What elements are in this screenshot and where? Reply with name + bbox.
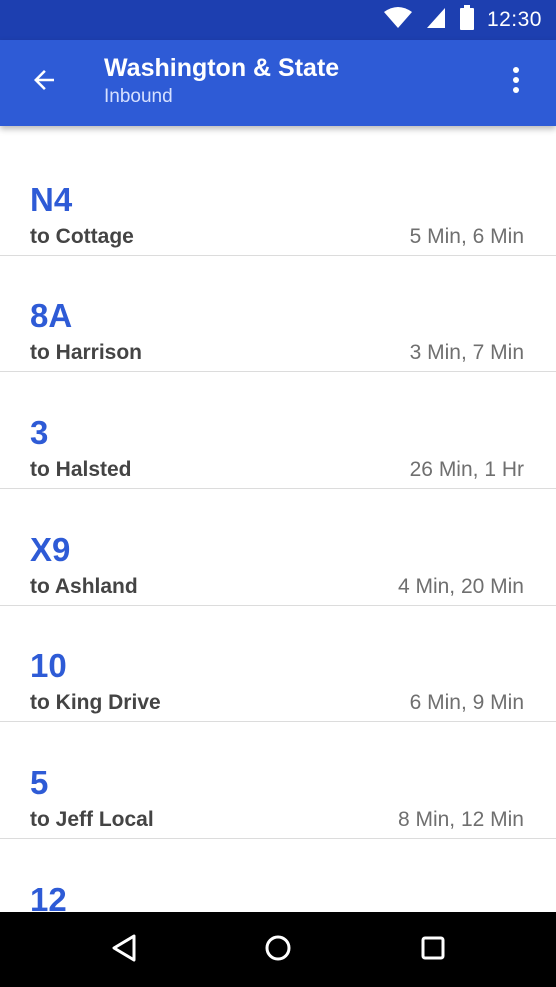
back-button[interactable] bbox=[24, 62, 64, 102]
app-bar: Washington & State Inbound bbox=[0, 40, 556, 126]
system-recents-button[interactable] bbox=[409, 926, 457, 974]
list-item[interactable]: 12 bbox=[0, 840, 556, 912]
overflow-menu-button[interactable] bbox=[496, 62, 536, 102]
back-triangle-icon bbox=[110, 933, 138, 968]
status-time: 12:30 bbox=[486, 8, 542, 31]
page-subtitle: Inbound bbox=[104, 86, 173, 107]
arrivals-list[interactable]: N4 to Cottage 5 Min, 6 Min 8A to Harriso… bbox=[0, 126, 556, 912]
system-nav-bar bbox=[0, 912, 556, 987]
system-home-button[interactable] bbox=[254, 926, 302, 974]
list-item[interactable]: 3 to Halsted 26 Min, 1 Hr bbox=[0, 373, 556, 489]
route-destination: to Cottage bbox=[30, 225, 134, 248]
home-circle-icon bbox=[263, 933, 293, 968]
arrival-times: 4 Min, 20 Min bbox=[397, 575, 524, 598]
more-vert-icon bbox=[511, 66, 521, 99]
route-number: 10 bbox=[30, 647, 67, 684]
system-back-button[interactable] bbox=[100, 926, 148, 974]
route-number: N4 bbox=[30, 181, 73, 218]
wifi-icon bbox=[383, 6, 413, 35]
status-bar: 12:30 bbox=[0, 0, 556, 40]
list-item[interactable]: 8A to Harrison 3 Min, 7 Min bbox=[0, 256, 556, 372]
arrival-times: 5 Min, 6 Min bbox=[409, 225, 524, 248]
route-number: 5 bbox=[30, 764, 49, 801]
list-item[interactable]: X9 to Ashland 4 Min, 20 Min bbox=[0, 490, 556, 606]
list-item[interactable]: 5 to Jeff Local 8 Min, 12 Min bbox=[0, 723, 556, 839]
route-destination: to Harrison bbox=[30, 341, 143, 364]
status-icons: 12:30 bbox=[383, 4, 542, 36]
arrival-times: 3 Min, 7 Min bbox=[409, 341, 524, 364]
route-number: X9 bbox=[30, 531, 71, 568]
route-number: 12 bbox=[30, 881, 67, 912]
signal-icon bbox=[425, 6, 447, 35]
route-destination: to Jeff Local bbox=[30, 808, 154, 831]
arrival-times: 26 Min, 1 Hr bbox=[409, 458, 524, 481]
route-destination: to Halsted bbox=[30, 458, 132, 481]
route-destination: to King Drive bbox=[30, 691, 161, 714]
recents-square-icon bbox=[419, 934, 447, 967]
list-item[interactable]: 10 to King Drive 6 Min, 9 Min bbox=[0, 606, 556, 722]
title-block: Washington & State Inbound bbox=[104, 52, 339, 110]
route-number: 8A bbox=[30, 297, 73, 334]
battery-icon bbox=[459, 4, 475, 36]
route-number: 3 bbox=[30, 414, 49, 451]
arrow-back-icon bbox=[29, 65, 59, 100]
page-title: Washington & State bbox=[104, 54, 340, 82]
arrival-times: 6 Min, 9 Min bbox=[409, 691, 524, 714]
arrival-times: 8 Min, 12 Min bbox=[397, 808, 524, 831]
list-item[interactable]: N4 to Cottage 5 Min, 6 Min bbox=[0, 140, 556, 256]
route-destination: to Ashland bbox=[30, 575, 138, 598]
